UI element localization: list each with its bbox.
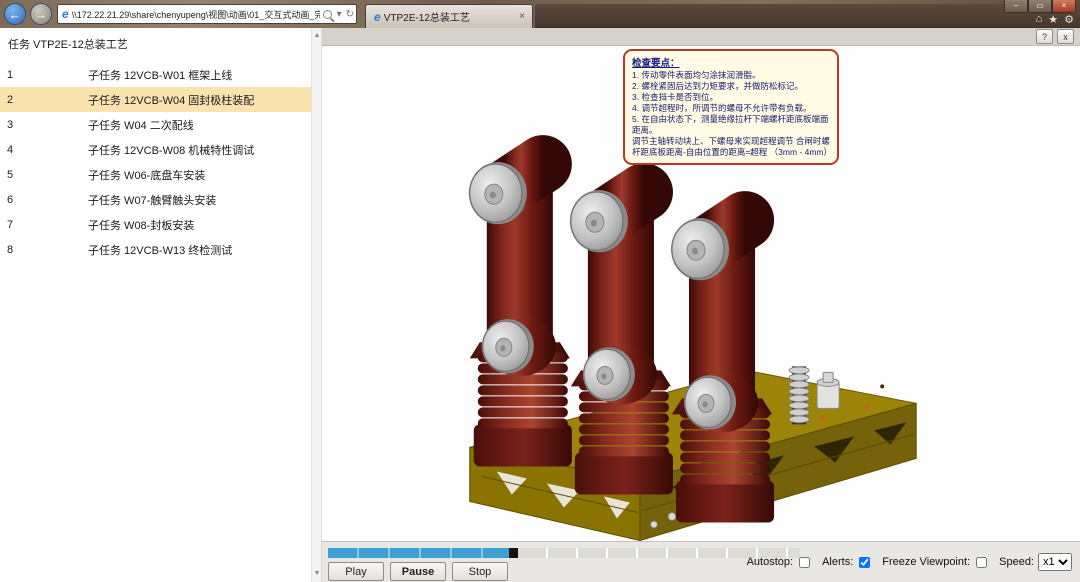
- sidebar-scrollbar[interactable]: ▲ ▼: [311, 28, 321, 582]
- autostop-label: Autostop:: [747, 556, 793, 568]
- viewer-toolbar: ? x: [322, 28, 1080, 46]
- task-label: 子任务 W07-触臂触头安装: [88, 192, 216, 208]
- inspection-note-line: 3. 检查挡卡是否到位。: [632, 92, 830, 103]
- task-list-sidebar: 任务 VTP2E-12总装工艺 1 子任务 12VCB-W01 框架上线 2 子…: [0, 28, 322, 582]
- task-list-header: 任务 VTP2E-12总装工艺: [0, 28, 311, 62]
- inspection-note-line: 2. 螺栓紧固后达到力矩要求，并做防松标记。: [632, 81, 830, 92]
- stop-button[interactable]: Stop: [452, 562, 508, 581]
- pole-1[interactable]: [469, 154, 572, 466]
- inspection-note: 检查要点： 1. 传动零件表面均匀涂抹润滑脂。 2. 螺栓紧固后达到力矩要求，并…: [623, 49, 839, 165]
- viewer-canvas[interactable]: 检查要点： 1. 传动零件表面均匀涂抹润滑脂。 2. 螺栓紧固后达到力矩要求，并…: [322, 46, 1080, 542]
- minimize-button[interactable]: –: [1004, 0, 1028, 13]
- viewer-pane: ? x: [322, 28, 1080, 582]
- speed-label: Speed:: [999, 556, 1034, 568]
- contact-spring: [789, 366, 809, 424]
- maximize-button[interactable]: ▭: [1028, 0, 1052, 13]
- task-label: 子任务 12VCB-W01 框架上线: [88, 67, 232, 83]
- playback-bar: Play Pause Stop Autostop: Alerts: Freeze…: [322, 541, 1080, 582]
- pole-2[interactable]: [570, 182, 673, 494]
- alerts-label: Alerts:: [822, 556, 853, 568]
- transport-controls: Play Pause Stop: [328, 562, 508, 581]
- speed-select[interactable]: x1: [1038, 553, 1072, 571]
- search-icon[interactable]: [323, 10, 332, 19]
- inspection-note-title: 检查要点：: [632, 55, 830, 69]
- task-row-2-selected[interactable]: 2 子任务 12VCB-W04 固封极柱装配: [0, 87, 311, 112]
- close-viewer-button[interactable]: x: [1057, 29, 1074, 44]
- address-text[interactable]: \\172.22.21.29\share\chenyupeng\视图\动画\01…: [72, 8, 320, 21]
- task-label: 子任务 W06-底盘车安装: [88, 167, 205, 183]
- browser-tab[interactable]: e VTP2E-12总装工艺 ×: [365, 4, 533, 28]
- favorites-star-icon[interactable]: ★: [1048, 13, 1058, 26]
- task-row-8[interactable]: 8 子任务 12VCB-W13 终检测试: [0, 237, 311, 262]
- task-label: 子任务 W04 二次配线: [88, 117, 194, 133]
- address-dropdown-icon[interactable]: ▾: [337, 9, 342, 20]
- task-number: 6: [7, 194, 13, 206]
- task-number: 1: [7, 69, 13, 81]
- inspection-note-line: 1. 传动零件表面均匀涂抹润滑脂。: [632, 70, 830, 81]
- play-button[interactable]: Play: [328, 562, 384, 581]
- task-number: 4: [7, 144, 13, 156]
- settings-gear-icon[interactable]: ⚙: [1064, 13, 1074, 26]
- task-row-6[interactable]: 6 子任务 W07-触臂触头安装: [0, 187, 311, 212]
- help-button[interactable]: ?: [1036, 29, 1053, 44]
- pause-button[interactable]: Pause: [390, 562, 446, 581]
- page-icon: e: [62, 7, 69, 21]
- scroll-up-icon[interactable]: ▲: [312, 30, 322, 42]
- timeline-progress: [328, 548, 509, 558]
- task-label: 子任务 12VCB-W08 机械特性调试: [88, 142, 254, 158]
- task-number: 7: [7, 219, 13, 231]
- sensor-cylinder: [817, 372, 839, 408]
- browser-toolbar-icons: ⌂ ★ ⚙: [1036, 13, 1074, 26]
- forward-button[interactable]: →: [30, 3, 52, 25]
- autostop-checkbox[interactable]: [799, 557, 810, 568]
- home-icon[interactable]: ⌂: [1036, 13, 1043, 26]
- task-number: 8: [7, 244, 13, 256]
- tab-favicon: e: [374, 10, 381, 24]
- tab-close-icon[interactable]: ×: [516, 11, 528, 22]
- inspection-note-line: 4. 调节超程时，所调节的螺母不允许带有负载。: [632, 103, 830, 114]
- browser-chrome: ← → e \\172.22.21.29\share\chenyupeng\视图…: [0, 0, 1080, 28]
- task-number: 3: [7, 119, 13, 131]
- window-buttons: – ▭ ×: [1004, 0, 1076, 13]
- task-label: 子任务 12VCB-W04 固封极柱装配: [88, 92, 254, 108]
- freeze-viewpoint-checkbox[interactable]: [976, 557, 987, 568]
- address-bar[interactable]: e \\172.22.21.29\share\chenyupeng\视图\动画\…: [57, 4, 357, 24]
- page-content: 任务 VTP2E-12总装工艺 1 子任务 12VCB-W01 框架上线 2 子…: [0, 28, 1080, 582]
- inspection-note-line: 5. 在自由状态下，测量绝缘拉杆下端螺杆距底板端面距离。: [632, 114, 830, 136]
- back-button[interactable]: ←: [4, 3, 26, 25]
- timeline-marker[interactable]: [509, 548, 518, 558]
- task-row-7[interactable]: 7 子任务 W08-封板安装: [0, 212, 311, 237]
- scroll-down-icon[interactable]: ▼: [312, 568, 322, 580]
- task-number: 5: [7, 169, 13, 181]
- task-row-1[interactable]: 1 子任务 12VCB-W01 框架上线: [0, 62, 311, 87]
- tab-title: VTP2E-12总装工艺: [384, 9, 516, 24]
- pole-3[interactable]: [671, 210, 774, 522]
- task-row-4[interactable]: 4 子任务 12VCB-W08 机械特性调试: [0, 137, 311, 162]
- task-label: 子任务 W08-封板安装: [88, 217, 194, 233]
- alerts-checkbox[interactable]: [859, 557, 870, 568]
- timeline-seekbar[interactable]: [328, 548, 800, 558]
- freeze-viewpoint-label: Freeze Viewpoint:: [882, 556, 970, 568]
- tab-strip: [535, 4, 1080, 28]
- refresh-icon[interactable]: ↻: [346, 9, 354, 20]
- task-row-3[interactable]: 3 子任务 W04 二次配线: [0, 112, 311, 137]
- playback-options: Autostop: Alerts: Freeze Viewpoint: Spee…: [747, 553, 1072, 571]
- inspection-note-line: 调节主轴转动块上、下螺母来实现超程调节 合闸时螺杆距底板距离-自由位置的距离=超…: [632, 136, 830, 158]
- close-window-button[interactable]: ×: [1052, 0, 1076, 13]
- task-label: 子任务 12VCB-W13 终检测试: [88, 242, 232, 258]
- task-number: 2: [7, 94, 13, 106]
- task-row-5[interactable]: 5 子任务 W06-底盘车安装: [0, 162, 311, 187]
